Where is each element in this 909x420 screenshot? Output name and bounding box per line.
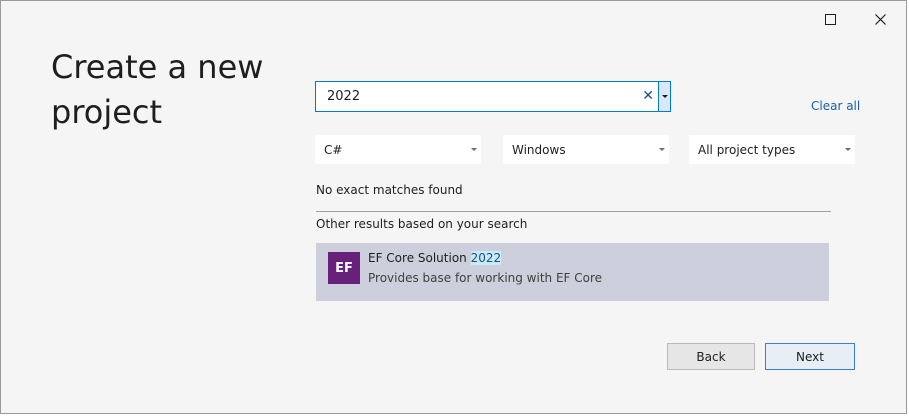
language-filter[interactable]: C#	[315, 135, 481, 164]
clear-all-link[interactable]: Clear all	[811, 99, 860, 113]
language-filter-value: C#	[324, 143, 343, 157]
no-matches-message: No exact matches found	[316, 183, 463, 197]
divider	[316, 211, 831, 212]
dialog-window: Create a new project 2022 ✕ Clear all C#…	[0, 0, 907, 414]
project-type-filter-value: All project types	[698, 143, 796, 157]
chevron-down-icon	[845, 148, 851, 151]
chevron-down-icon	[659, 148, 665, 151]
project-template-title: EF Core Solution 2022	[368, 251, 502, 265]
back-button[interactable]: Back	[667, 343, 755, 370]
project-template-item[interactable]: EF EF Core Solution 2022 Provides base f…	[316, 243, 829, 301]
clear-search-icon[interactable]: ✕	[642, 88, 654, 104]
other-results-heading: Other results based on your search	[316, 217, 528, 231]
close-button[interactable]	[865, 7, 895, 31]
page-title: Create a new project	[51, 45, 281, 135]
maximize-icon	[824, 13, 836, 25]
close-icon	[874, 13, 886, 25]
project-template-description: Provides base for working with EF Core	[368, 271, 603, 285]
project-type-filter[interactable]: All project types	[689, 135, 855, 164]
search-history-dropdown[interactable]	[658, 81, 671, 112]
title-prefix: EF Core Solution	[368, 251, 471, 265]
maximize-button[interactable]	[815, 7, 845, 31]
chevron-down-icon	[471, 148, 477, 151]
search-match-highlight: 2022	[470, 251, 502, 265]
platform-filter[interactable]: Windows	[503, 135, 669, 164]
ef-core-icon: EF	[328, 252, 360, 284]
search-input[interactable]: 2022 ✕	[315, 81, 659, 112]
search-input-value: 2022	[327, 89, 361, 104]
next-button[interactable]: Next	[765, 343, 855, 370]
platform-filter-value: Windows	[512, 143, 566, 157]
chevron-down-icon	[661, 95, 668, 98]
page-title-text: Create a new project	[51, 48, 264, 131]
